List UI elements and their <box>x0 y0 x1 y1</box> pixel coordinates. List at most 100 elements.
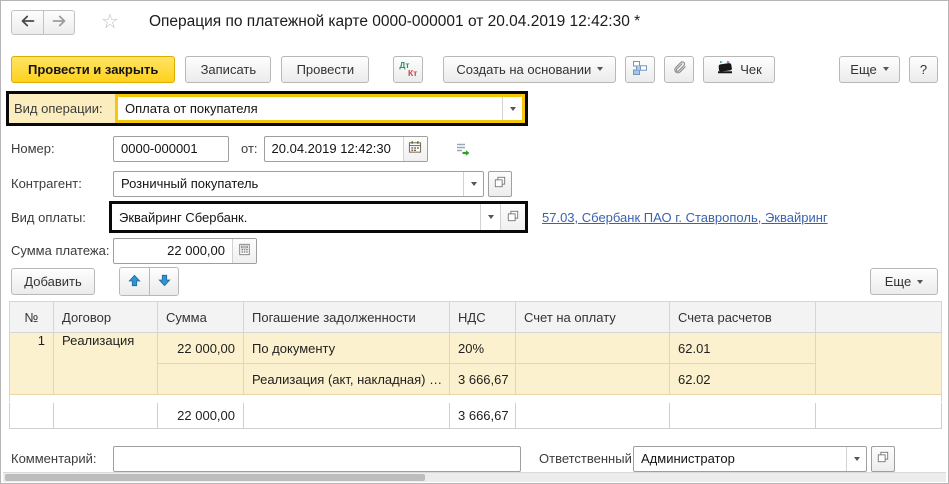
comment-field[interactable] <box>113 446 521 472</box>
cell-vat-rate[interactable]: 20% <box>450 333 516 364</box>
forward-button[interactable] <box>43 11 74 34</box>
create-based-on-label: Создать на основании <box>456 62 591 77</box>
open-window-icon <box>507 210 519 225</box>
post-button[interactable]: Провести <box>281 56 369 83</box>
payment-kind-label: Вид оплаты: <box>11 210 109 225</box>
move-row-down-button[interactable] <box>149 268 178 295</box>
help-button[interactable]: ? <box>909 56 938 83</box>
chevron-down-icon <box>917 280 923 284</box>
arrow-right-icon <box>52 15 66 30</box>
more-label: Еще <box>850 62 876 77</box>
back-button[interactable] <box>12 11 43 34</box>
totals-num <box>10 403 54 429</box>
dropdown-arrow-icon[interactable] <box>502 97 522 120</box>
date-label: от: <box>241 141 258 156</box>
totals-vat: 3 666,67 <box>450 403 516 429</box>
counterparty-field-group <box>113 171 484 197</box>
col-header-settlement-accounts: Счета расчетов <box>670 302 816 333</box>
cell-invoice-line2[interactable] <box>516 364 670 395</box>
cell-contract[interactable]: Реализация <box>54 333 158 395</box>
attachments-button[interactable] <box>664 56 694 83</box>
scrollbar-thumb[interactable] <box>5 474 425 481</box>
counterparty-open-button[interactable] <box>488 171 512 197</box>
check-label: Чек <box>740 62 762 77</box>
dropdown-arrow-icon[interactable] <box>463 172 483 196</box>
date-field-group <box>264 136 428 162</box>
items-more-button[interactable]: Еще <box>870 268 938 295</box>
payment-kind-field[interactable] <box>112 204 480 230</box>
responsible-field[interactable] <box>634 447 846 471</box>
calculator-icon <box>238 243 251 259</box>
operation-kind-label: Вид операции: <box>9 94 115 123</box>
table-spacer-row <box>10 395 942 403</box>
payment-kind-open-button[interactable] <box>500 204 525 230</box>
totals-repayment <box>244 403 450 429</box>
dropdown-arrow-icon[interactable] <box>480 204 500 230</box>
operation-kind-select[interactable] <box>115 94 525 123</box>
dtkt-postings-button[interactable]: ДтКт <box>393 56 423 83</box>
add-row-button[interactable]: Добавить <box>11 268 95 295</box>
cell-extra[interactable] <box>816 333 942 395</box>
responsible-open-button[interactable] <box>871 446 895 472</box>
structure-icon <box>632 60 648 79</box>
posted-status-icon <box>454 141 471 157</box>
arrow-left-icon <box>21 15 35 30</box>
check-button[interactable]: Чек <box>703 56 775 83</box>
counterparty-row: Контрагент: <box>11 170 512 197</box>
cell-repayment-line2[interactable]: Реализация (акт, накладная) … <box>244 364 450 395</box>
operation-kind-value[interactable] <box>118 97 502 120</box>
dropdown-arrow-icon[interactable] <box>846 447 866 471</box>
horizontal-scrollbar[interactable] <box>3 472 946 482</box>
col-header-empty <box>816 302 942 333</box>
counterparty-field[interactable] <box>114 172 463 196</box>
payment-kind-highlight-box <box>109 201 528 233</box>
table-header-row: № Договор Сумма Погашение задолженности … <box>10 302 942 333</box>
paperclip-icon <box>672 60 687 78</box>
col-header-invoice: Счет на оплату <box>516 302 670 333</box>
payment-kind-row: Вид оплаты: 57.03, Сбербанк ПАО г. Ставр… <box>11 201 828 233</box>
cell-invoice[interactable] <box>516 333 670 364</box>
arrow-down-icon <box>158 274 171 290</box>
responsible-label: Ответственный: <box>539 451 633 466</box>
date-field[interactable] <box>265 137 403 161</box>
totals-settlement <box>670 403 816 429</box>
number-field[interactable] <box>113 136 229 162</box>
number-label: Номер: <box>11 141 113 156</box>
open-window-icon <box>877 451 889 466</box>
calculator-button[interactable] <box>232 239 256 263</box>
operation-kind-row: Вид операции: <box>6 91 528 126</box>
nav-button-group <box>11 10 75 35</box>
cell-settlement-account2[interactable]: 62.02 <box>670 364 816 395</box>
cell-settlement-account1[interactable]: 62.01 <box>670 333 816 364</box>
command-bar: Провести и закрыть Записать Провести ДтК… <box>11 55 938 83</box>
number-date-row: Номер: от: <box>11 135 471 162</box>
create-based-on-button[interactable]: Создать на основании <box>443 56 616 83</box>
favorite-star-icon[interactable]: ☆ <box>101 12 119 32</box>
payment-sum-field[interactable] <box>114 239 232 263</box>
table-row: 1 Реализация 22 000,00 По документу 20% … <box>10 333 942 364</box>
open-window-icon <box>494 176 506 191</box>
settlement-account-link[interactable]: 57.03, Сбербанк ПАО г. Ставрополь, Эквай… <box>542 210 828 225</box>
cell-num[interactable]: 1 <box>10 333 54 395</box>
chevron-down-icon <box>597 67 603 71</box>
related-documents-button[interactable] <box>625 56 655 83</box>
items-more-label: Еще <box>885 274 911 289</box>
payment-card-operation-window: ☆ Операция по платежной карте 0000-00000… <box>0 0 949 484</box>
cash-register-icon <box>716 60 734 78</box>
cell-repayment-line1[interactable]: По документу <box>244 333 450 364</box>
totals-invoice <box>516 403 670 429</box>
post-and-close-button[interactable]: Провести и закрыть <box>11 56 175 83</box>
titlebar: ☆ Операция по платежной карте 0000-00000… <box>11 7 938 37</box>
col-header-vat: НДС <box>450 302 516 333</box>
col-header-sum: Сумма <box>158 302 244 333</box>
totals-sum: 22 000,00 <box>158 403 244 429</box>
cell-sum-line2[interactable] <box>158 364 244 395</box>
items-table: № Договор Сумма Погашение задолженности … <box>9 301 942 429</box>
cell-vat-sum[interactable]: 3 666,67 <box>450 364 516 395</box>
save-button[interactable]: Записать <box>185 56 271 83</box>
calendar-icon <box>408 140 422 157</box>
calendar-button[interactable] <box>403 137 427 161</box>
move-row-up-button[interactable] <box>120 268 149 295</box>
more-button[interactable]: Еще <box>839 56 900 83</box>
cell-sum[interactable]: 22 000,00 <box>158 333 244 364</box>
